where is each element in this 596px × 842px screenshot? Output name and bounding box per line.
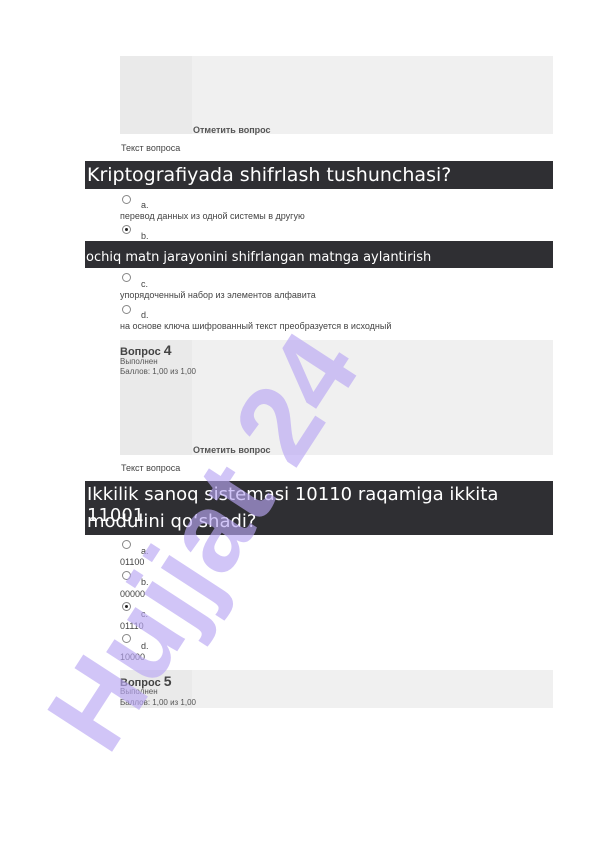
flag-question-link[interactable]: Отметить вопрос [193,445,271,455]
answer-radio-a[interactable] [122,195,131,204]
answer-letter: a. [141,546,149,556]
answer-text: 00000 [120,589,146,599]
answer-text: 01110 [120,621,144,631]
answer-text: на основе ключа шифрованный текст преобр… [120,321,392,331]
flag-question-link[interactable]: Отметить вопрос [193,125,271,135]
answer-radio-d[interactable] [122,305,131,314]
question-text: Kriptografiyada shifrlash tushunchasi? [85,161,553,189]
answer-letter: d. [141,641,149,651]
answer-radio-d[interactable] [122,634,131,643]
question-text-label: Текст вопроса [121,463,181,473]
question-text: Ikkilik sanoq sistemasi 10110 raqamiga i… [85,481,553,535]
answer-letter: b. [141,577,149,587]
question-text-content: Kriptografiyada shifrlash tushunchasi? [87,164,452,186]
question-status: Выполнен [120,687,158,696]
answer-radio-b[interactable] [122,225,131,234]
answer-letter: b. [141,231,149,241]
question-num: 5 [163,673,172,689]
answer-text: 10000 [120,652,146,662]
question-text-label: Текст вопроса [121,143,181,153]
question-points: Баллов: 1,00 из 1,00 [120,367,196,376]
answer-letter: c. [141,609,149,619]
answer-radio-c[interactable] [122,602,131,611]
question-text-line: modulini qo‘shadi? [87,511,257,532]
answer-radio-c[interactable] [122,273,131,282]
question-num: 4 [163,342,172,358]
question-status: Выполнен [120,357,158,366]
answer-radio-a[interactable] [122,540,131,549]
answer-text: перевод данных из одной системы в другую [120,211,305,221]
answer-radio-b[interactable] [122,571,131,580]
selected-answer-text: ochiq matn jarayonini shifrlangan matnga… [85,241,553,268]
answer-text: упорядоченный набор из элементов алфавит… [120,290,316,300]
answer-text: 01100 [120,557,145,567]
answer-letter: d. [141,310,149,320]
question-info-block [120,340,553,455]
question-number: Вопрос 4 [120,342,172,358]
answer-letter: a. [141,200,149,210]
question-info-side [120,56,192,134]
selected-answer-content: ochiq matn jarayonini shifrlangan matnga… [86,250,432,265]
question-info-block [120,56,553,134]
answer-letter: c. [141,279,149,289]
question-points: Баллов: 1,00 из 1,00 [120,698,196,707]
